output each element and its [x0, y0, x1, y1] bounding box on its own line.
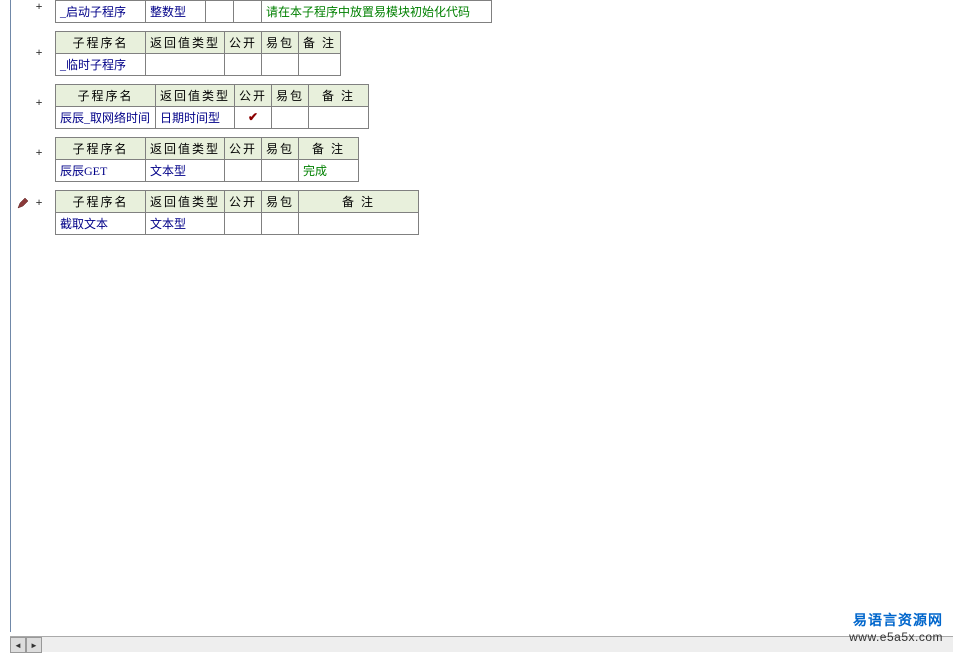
- definitions-area: _启动子程序 整数型 请在本子程序中放置易模块初始化代码 子程序名 返回值类型 …: [55, 0, 953, 235]
- remark-cell[interactable]: [309, 107, 369, 129]
- hdr-pkg: 易包: [262, 138, 299, 160]
- expand-button-4[interactable]: +: [33, 147, 45, 159]
- hdr-sub-name: 子程序名: [56, 32, 146, 54]
- return-type-cell[interactable]: 文本型: [146, 213, 225, 235]
- remark-cell[interactable]: 完成: [299, 160, 359, 182]
- hdr-public: 公开: [225, 138, 262, 160]
- remark-cell[interactable]: [299, 54, 341, 76]
- def-block-2: 子程序名 返回值类型 公开 易包 备 注 辰辰_取网络时间 日期时间型 ✔: [55, 84, 953, 129]
- hdr-sub-name: 子程序名: [56, 85, 156, 107]
- hdr-return-type: 返回值类型: [156, 85, 235, 107]
- public-cell[interactable]: [206, 1, 234, 23]
- public-cell[interactable]: [225, 160, 262, 182]
- scroll-left-button[interactable]: ◄: [10, 637, 26, 653]
- def-table-0[interactable]: _启动子程序 整数型 请在本子程序中放置易模块初始化代码: [55, 0, 492, 23]
- remark-cell[interactable]: [299, 213, 419, 235]
- hdr-sub-name: 子程序名: [56, 138, 146, 160]
- hdr-public: 公开: [225, 32, 262, 54]
- return-type-cell[interactable]: 日期时间型: [156, 107, 235, 129]
- remark-cell[interactable]: 请在本子程序中放置易模块初始化代码: [262, 1, 492, 23]
- pkg-cell[interactable]: [262, 160, 299, 182]
- hdr-pkg: 易包: [262, 191, 299, 213]
- gutter: + + + + +: [11, 0, 47, 632]
- return-type-cell[interactable]: 文本型: [146, 160, 225, 182]
- public-cell[interactable]: [225, 213, 262, 235]
- hdr-remark: 备 注: [299, 191, 419, 213]
- return-type-cell[interactable]: 整数型: [146, 1, 206, 23]
- scroll-right-button[interactable]: ►: [26, 637, 42, 653]
- sub-name-cell[interactable]: 辰辰_取网络时间: [56, 107, 156, 129]
- sub-name-cell[interactable]: _启动子程序: [56, 1, 146, 23]
- expand-button-1[interactable]: +: [33, 1, 45, 13]
- hdr-pkg: 易包: [272, 85, 309, 107]
- hdr-public: 公开: [235, 85, 272, 107]
- watermark: 易语言资源网 www.e5a5x.com: [849, 610, 943, 644]
- sub-name-cell[interactable]: 辰辰GET: [56, 160, 146, 182]
- public-cell[interactable]: [225, 54, 262, 76]
- pkg-cell[interactable]: [272, 107, 309, 129]
- expand-button-5[interactable]: +: [33, 197, 45, 209]
- def-table-4[interactable]: 子程序名 返回值类型 公开 易包 备 注 截取文本 文本型: [55, 190, 419, 235]
- watermark-title: 易语言资源网: [849, 610, 943, 630]
- scroll-track[interactable]: [42, 637, 953, 652]
- hdr-sub-name: 子程序名: [56, 191, 146, 213]
- expand-button-3[interactable]: +: [33, 97, 45, 109]
- def-table-3[interactable]: 子程序名 返回值类型 公开 易包 备 注 辰辰GET 文本型 完成: [55, 137, 359, 182]
- horizontal-scrollbar[interactable]: ◄ ►: [10, 636, 953, 652]
- watermark-url: www.e5a5x.com: [849, 630, 943, 644]
- edit-pen-icon: [17, 197, 29, 209]
- hdr-remark: 备 注: [299, 32, 341, 54]
- def-table-2[interactable]: 子程序名 返回值类型 公开 易包 备 注 辰辰_取网络时间 日期时间型 ✔: [55, 84, 369, 129]
- def-block-4: 子程序名 返回值类型 公开 易包 备 注 截取文本 文本型: [55, 190, 953, 235]
- def-table-1[interactable]: 子程序名 返回值类型 公开 易包 备 注 _临时子程序: [55, 31, 341, 76]
- def-block-3: 子程序名 返回值类型 公开 易包 备 注 辰辰GET 文本型 完成: [55, 137, 953, 182]
- expand-button-2[interactable]: +: [33, 47, 45, 59]
- def-block-0: _启动子程序 整数型 请在本子程序中放置易模块初始化代码: [55, 0, 953, 23]
- hdr-return-type: 返回值类型: [146, 138, 225, 160]
- sub-name-cell[interactable]: 截取文本: [56, 213, 146, 235]
- def-block-1: 子程序名 返回值类型 公开 易包 备 注 _临时子程序: [55, 31, 953, 76]
- public-cell-check[interactable]: ✔: [235, 107, 272, 129]
- code-panel: + + + + + _启动子程序 整数型 请在本子程序中放置易模块初始化代码: [10, 0, 953, 632]
- hdr-pkg: 易包: [262, 32, 299, 54]
- hdr-public: 公开: [225, 191, 262, 213]
- return-type-cell[interactable]: [146, 54, 225, 76]
- pkg-cell[interactable]: [262, 213, 299, 235]
- sub-name-cell[interactable]: _临时子程序: [56, 54, 146, 76]
- pkg-cell[interactable]: [262, 54, 299, 76]
- hdr-remark: 备 注: [309, 85, 369, 107]
- hdr-remark: 备 注: [299, 138, 359, 160]
- pkg-cell[interactable]: [234, 1, 262, 23]
- hdr-return-type: 返回值类型: [146, 191, 225, 213]
- hdr-return-type: 返回值类型: [146, 32, 225, 54]
